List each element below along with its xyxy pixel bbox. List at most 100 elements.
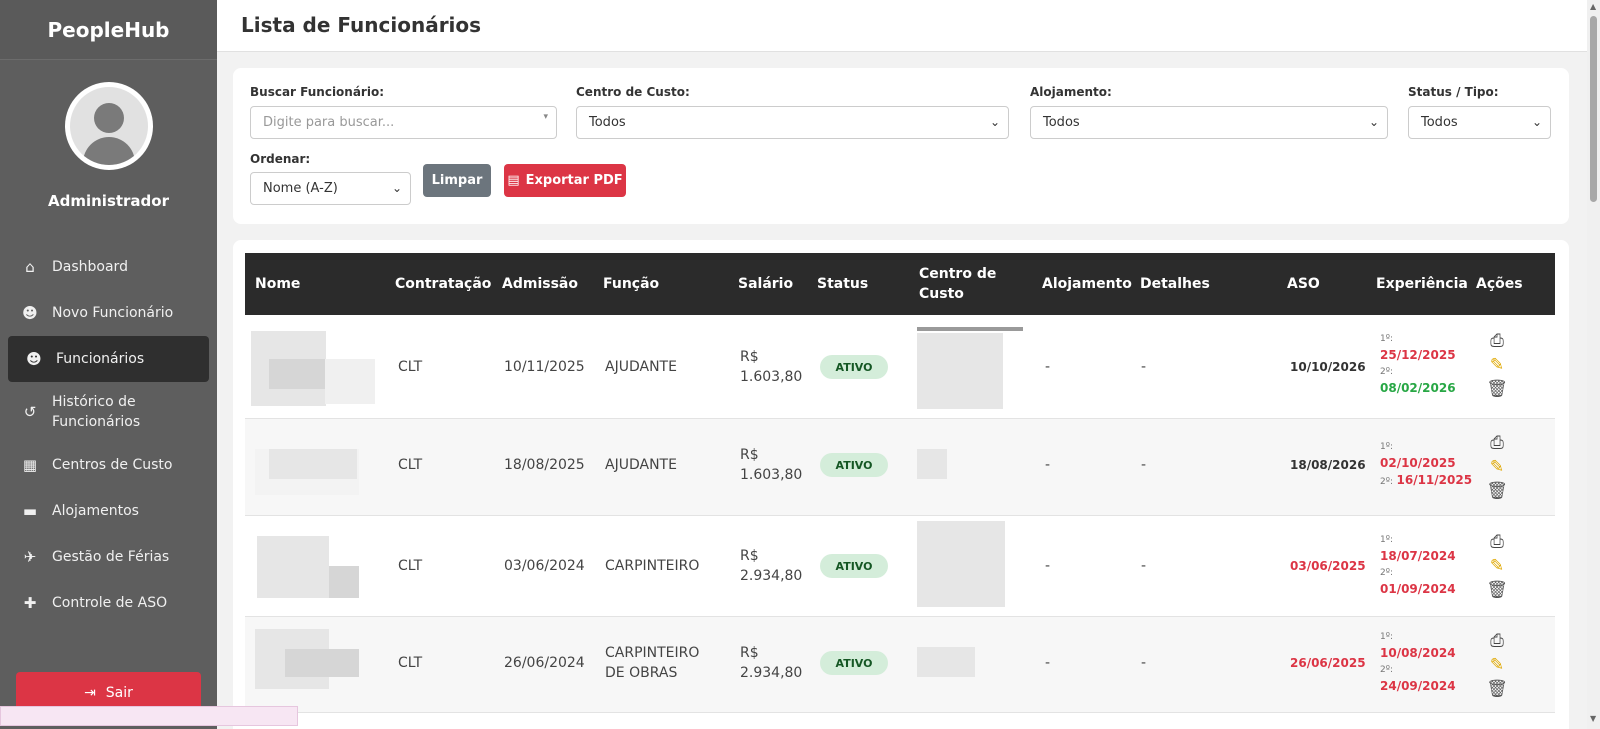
- print-icon[interactable]: ⎙: [1485, 431, 1509, 455]
- column-header-nome[interactable]: Nome: [255, 253, 300, 315]
- sidebar-item-label: Novo Funcionário: [52, 305, 174, 321]
- sidebar-item-label: Controle de ASO: [52, 595, 168, 611]
- sidebar-item-centros-de-custo[interactable]: ▦ Centros de Custo: [0, 442, 217, 488]
- edit-icon[interactable]: ✎: [1485, 353, 1509, 377]
- column-header-admissao[interactable]: Admissão: [502, 253, 578, 315]
- cell-funcao: AJUDANTE: [605, 359, 677, 375]
- cell-detalhes: -: [1141, 655, 1147, 671]
- sidebar: PeopleHub Administrador ⌂ Dashboard ☻ No…: [0, 0, 217, 729]
- redacted-cost-center: [917, 449, 947, 479]
- cell-experiencia: 1º: 25/12/2025 2º: 08/02/2026: [1380, 334, 1456, 395]
- edit-icon[interactable]: ✎: [1485, 455, 1509, 479]
- home-icon: ⌂: [25, 258, 35, 276]
- filters-card: Buscar Funcionário: Digite para buscar..…: [233, 68, 1569, 224]
- sidebar-item-alojamentos[interactable]: ▬ Alojamentos: [0, 488, 217, 534]
- link-preview-statusbar: [0, 706, 298, 726]
- logout-icon: ⇥: [84, 685, 96, 701]
- search-placeholder: Digite para buscar...: [263, 115, 395, 130]
- column-header-centro-de-custo[interactable]: Centro de Custo: [919, 253, 1009, 315]
- bed-icon: ▬: [22, 502, 38, 520]
- cost-center-select[interactable]: Todos ⌄: [576, 106, 1009, 139]
- lodging-label: Alojamento:: [1030, 85, 1112, 99]
- history-icon: ↺: [23, 403, 37, 421]
- row-actions: ⎙ ✎ 🗑: [1485, 329, 1509, 401]
- cell-admissao: 26/06/2024: [504, 655, 585, 671]
- cell-admissao: 03/06/2024: [504, 558, 585, 574]
- sidebar-item-funcionarios[interactable]: ☻ Funcionários: [8, 336, 209, 382]
- column-header-salario[interactable]: Salário: [738, 253, 793, 315]
- redacted-name: [257, 536, 329, 598]
- trash-icon[interactable]: 🗑: [1485, 677, 1509, 701]
- cell-aso: 18/08/2026: [1290, 458, 1366, 472]
- status-badge: ATIVO: [820, 453, 888, 477]
- scroll-up-icon[interactable]: ▲: [1590, 2, 1596, 11]
- order-label: Ordenar:: [250, 152, 311, 166]
- redacted-cost-center: [917, 521, 1005, 607]
- table-row[interactable]: CLT 10/11/2025 AJUDANTE R$ 1.603,80 ATIV…: [245, 315, 1555, 419]
- user-plus-icon: ☻: [22, 304, 38, 322]
- chevron-down-icon: ⌄: [1368, 115, 1379, 129]
- cell-experiencia: 1º: 02/10/2025 2º: 16/11/2025: [1380, 442, 1473, 487]
- column-header-alojamento[interactable]: Alojamento: [1042, 253, 1132, 315]
- cell-salario: R$ 2.934,80: [740, 645, 803, 681]
- sidebar-item-gestao-de-ferias[interactable]: ✈ Gestão de Férias: [0, 534, 217, 580]
- edit-icon[interactable]: ✎: [1485, 653, 1509, 677]
- page-scrollbar[interactable]: ▲ ▼: [1587, 0, 1600, 729]
- sidebar-item-novo-funcionario[interactable]: ☻ Novo Funcionário: [0, 290, 217, 336]
- column-header-status[interactable]: Status: [817, 253, 868, 315]
- sidebar-item-historico[interactable]: ↺ Histórico de Funcionários: [0, 382, 217, 442]
- sidebar-nav: ⌂ Dashboard ☻ Novo Funcionário ☻ Funcion…: [0, 244, 217, 626]
- status-select[interactable]: Todos ⌄: [1408, 106, 1551, 139]
- column-header-funcao[interactable]: Função: [603, 253, 659, 315]
- print-icon[interactable]: ⎙: [1485, 629, 1509, 653]
- cell-funcao: CARPINTEIRO DE OBRAS: [605, 645, 700, 681]
- scrollbar-thumb[interactable]: [1590, 16, 1597, 202]
- cell-alojamento: -: [1045, 558, 1051, 574]
- status-badge: ATIVO: [820, 355, 888, 379]
- trash-icon[interactable]: 🗑: [1485, 479, 1509, 503]
- chevron-down-icon: ⌄: [989, 115, 1000, 129]
- sidebar-item-label: Centros de Custo: [52, 457, 173, 473]
- table-row[interactable]: CLT 18/08/2025 AJUDANTE R$ 1.603,80 ATIV…: [245, 419, 1555, 516]
- print-icon[interactable]: ⎙: [1485, 329, 1509, 353]
- column-header-contratacao[interactable]: Contratação: [395, 253, 491, 315]
- status-badge: ATIVO: [820, 554, 888, 578]
- export-pdf-button[interactable]: ▤ Exportar PDF: [504, 164, 626, 197]
- status-label: Status / Tipo:: [1408, 85, 1499, 99]
- cell-alojamento: -: [1045, 655, 1051, 671]
- lodging-select[interactable]: Todos ⌄: [1030, 106, 1388, 139]
- clear-button[interactable]: Limpar: [423, 164, 491, 197]
- table-row[interactable]: CLT 03/06/2024 CARPINTEIRO R$ 2.934,80 A…: [245, 516, 1555, 617]
- column-header-experiencia[interactable]: Experiência: [1376, 253, 1468, 315]
- cell-detalhes: -: [1141, 457, 1147, 473]
- table-row[interactable]: CLT 26/06/2024 CARPINTEIRO DE OBRAS R$ 2…: [245, 617, 1555, 713]
- search-label: Buscar Funcionário:: [250, 85, 385, 99]
- redacted-cost-center: [917, 647, 975, 677]
- avatar: [64, 82, 153, 170]
- scroll-down-icon[interactable]: ▼: [1590, 714, 1596, 723]
- lodging-value: Todos: [1043, 115, 1080, 130]
- users-icon: ☻: [26, 350, 42, 368]
- cell-aso: 10/10/2026: [1290, 360, 1366, 374]
- trash-icon[interactable]: 🗑: [1485, 578, 1509, 602]
- user-name: Administrador: [48, 192, 169, 210]
- sidebar-item-label: Funcionários: [56, 351, 145, 367]
- cell-salario: R$ 2.934,80: [740, 548, 803, 584]
- cell-admissao: 10/11/2025: [504, 359, 585, 375]
- search-input[interactable]: Digite para buscar... ▾: [250, 106, 557, 139]
- column-header-aso[interactable]: ASO: [1287, 253, 1320, 315]
- row-actions: ⎙ ✎ 🗑: [1485, 530, 1509, 602]
- edit-icon[interactable]: ✎: [1485, 554, 1509, 578]
- brand-logo[interactable]: PeopleHub: [0, 0, 217, 60]
- dropdown-caret-icon: ▾: [543, 112, 548, 122]
- sidebar-item-dashboard[interactable]: ⌂ Dashboard: [0, 244, 217, 290]
- column-header-detalhes[interactable]: Detalhes: [1140, 253, 1210, 315]
- print-icon[interactable]: ⎙: [1485, 530, 1509, 554]
- cell-detalhes: -: [1141, 359, 1147, 375]
- order-select[interactable]: Nome (A-Z) ⌄: [250, 172, 411, 205]
- employees-table: Nome Contratação Admissão Função Salário…: [233, 240, 1569, 729]
- trash-icon[interactable]: 🗑: [1485, 377, 1509, 401]
- order-value: Nome (A-Z): [263, 181, 338, 196]
- logout-label: Sair: [105, 685, 133, 701]
- sidebar-item-controle-de-aso[interactable]: ✚ Controle de ASO: [0, 580, 217, 626]
